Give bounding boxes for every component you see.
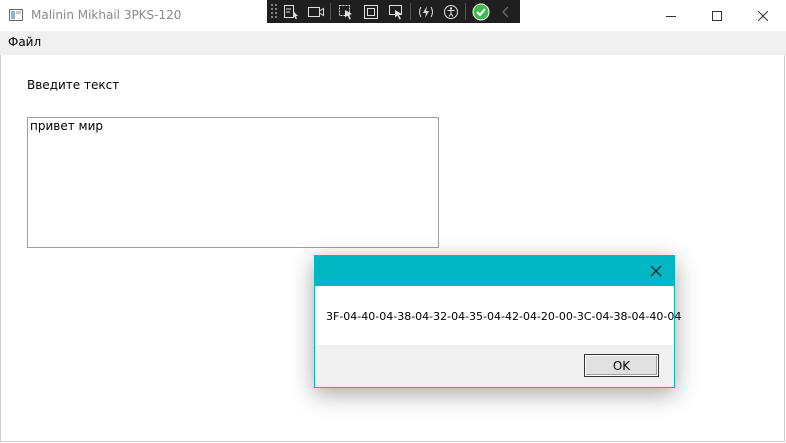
input-prompt-label: Введите текст: [27, 78, 120, 92]
message-box-title-bar[interactable]: [315, 256, 674, 286]
track-focus-icon: [388, 4, 402, 19]
collapse-toolbar-button[interactable]: [493, 0, 518, 23]
accessibility-icon: [443, 4, 458, 19]
binding-check-button[interactable]: [468, 0, 493, 23]
xaml-debug-toolbar: [267, 0, 520, 23]
select-element-icon: [338, 4, 352, 19]
track-focus-button[interactable]: [383, 0, 408, 23]
message-box: 3F-04-40-04-38-04-32-04-35-04-42-04-20-0…: [314, 255, 681, 388]
hot-reload-icon: [418, 5, 433, 18]
toolbar-separator: [330, 3, 331, 20]
collapse-chevron-icon: [501, 6, 508, 17]
live-visual-tree-button[interactable]: [278, 0, 303, 23]
app-window-icon: [9, 9, 23, 21]
minimize-icon: [666, 15, 676, 17]
toolbar-separator: [410, 3, 411, 20]
live-visual-tree-icon: [283, 4, 298, 19]
hot-reload-button[interactable]: [413, 0, 438, 23]
message-box-close-button[interactable]: [644, 259, 668, 283]
close-icon: [758, 10, 768, 21]
drag-grip-icon[interactable]: [270, 3, 278, 20]
layout-adorner-button[interactable]: [358, 0, 383, 23]
select-element-button[interactable]: [333, 0, 358, 23]
maximize-button[interactable]: [694, 0, 740, 31]
message-box-text: 3F-04-40-04-38-04-32-04-35-04-42-04-20-0…: [326, 310, 682, 323]
window-title: Malinin Mikhail 3PKS-120: [31, 8, 182, 22]
message-box-footer: OK: [315, 345, 674, 387]
minimize-button[interactable]: [648, 0, 694, 31]
text-input[interactable]: привет мир: [27, 117, 439, 248]
close-button[interactable]: [740, 0, 786, 31]
video-record-icon: [307, 6, 324, 17]
close-icon: [650, 265, 662, 277]
ok-button[interactable]: OK: [584, 354, 659, 377]
toolbar-separator: [465, 3, 466, 20]
menu-bar: Файл: [0, 31, 786, 55]
maximize-icon: [712, 10, 722, 21]
accessibility-checker-button[interactable]: [438, 0, 463, 23]
layout-adorner-icon: [363, 4, 378, 19]
menu-file[interactable]: Файл: [7, 35, 42, 49]
binding-check-icon: [472, 3, 489, 20]
record-button[interactable]: [303, 0, 328, 23]
